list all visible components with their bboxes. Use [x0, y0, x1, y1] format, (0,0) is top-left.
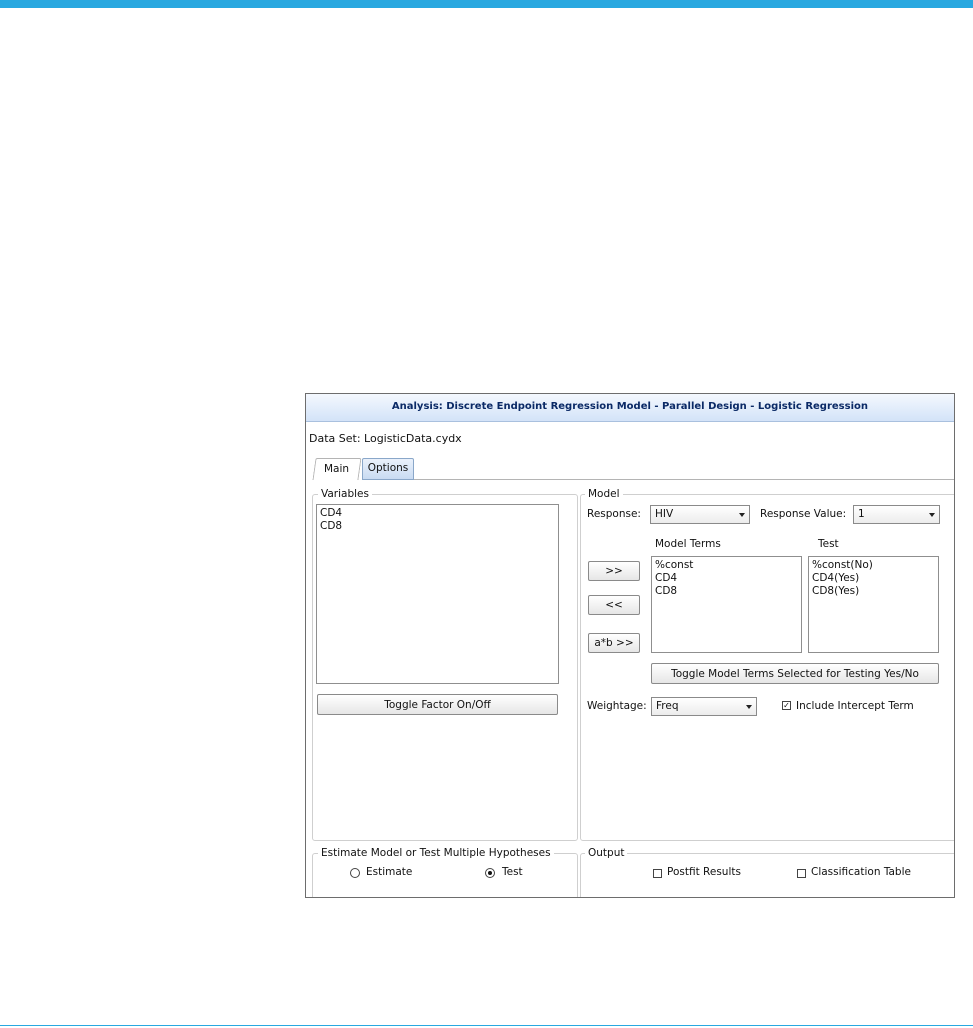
postfit-results-checkbox[interactable]: [653, 869, 662, 878]
model-legend: Model: [585, 487, 623, 501]
weightage-select-value: Freq: [656, 700, 679, 712]
output-group: Output Postfit Results Classification Ta…: [580, 846, 954, 897]
classification-table-label: Classification Table: [811, 866, 911, 878]
response-label: Response:: [587, 508, 641, 520]
variables-legend: Variables: [318, 487, 372, 501]
tab-strip-divider: [362, 479, 954, 480]
list-item[interactable]: CD4: [655, 572, 798, 585]
bottom-rule: [0, 1025, 973, 1026]
toggle-factor-button[interactable]: Toggle Factor On/Off: [317, 694, 558, 715]
chevron-down-icon: [746, 705, 752, 709]
response-value-select-value: 1: [858, 508, 865, 520]
tab-options[interactable]: Options: [362, 458, 414, 480]
variables-group: Variables CD4 CD8 Toggle Factor On/Off: [312, 487, 578, 841]
response-select-value: HIV: [655, 508, 674, 520]
estimate-radio-label: Estimate: [366, 866, 413, 878]
test-radio-label: Test: [502, 866, 523, 878]
list-item[interactable]: CD4: [320, 507, 555, 520]
analysis-dialog: Analysis: Discrete Endpoint Regression M…: [305, 393, 955, 898]
radio-selected-dot: [488, 871, 492, 875]
tab-main-label: Main: [324, 463, 350, 475]
estimate-legend: Estimate Model or Test Multiple Hypothes…: [318, 846, 554, 860]
chevron-down-icon: [739, 513, 745, 517]
variables-list[interactable]: CD4 CD8: [316, 504, 559, 684]
list-item[interactable]: CD8: [655, 585, 798, 598]
include-intercept-label: Include Intercept Term: [796, 700, 914, 712]
remove-term-button[interactable]: <<: [588, 595, 640, 615]
test-radio[interactable]: [485, 868, 495, 878]
model-terms-list[interactable]: %const CD4 CD8: [651, 556, 802, 653]
model-terms-header: Model Terms: [655, 538, 721, 550]
list-item[interactable]: %const: [655, 559, 798, 572]
test-terms-list[interactable]: %const(No) CD4(Yes) CD8(Yes): [808, 556, 939, 653]
dialog-titlebar: Analysis: Discrete Endpoint Regression M…: [306, 394, 954, 422]
include-intercept-checkbox[interactable]: ✓: [782, 701, 791, 710]
estimate-radio[interactable]: [350, 868, 360, 878]
chevron-down-icon: [929, 513, 935, 517]
estimate-group: Estimate Model or Test Multiple Hypothes…: [312, 846, 578, 897]
response-value-label: Response Value:: [760, 508, 847, 520]
tab-main[interactable]: Main: [312, 458, 362, 480]
response-select[interactable]: HIV: [650, 505, 750, 524]
toggle-test-terms-button[interactable]: Toggle Model Terms Selected for Testing …: [651, 663, 939, 684]
dataset-label: Data Set: LogisticData.cydx: [309, 432, 462, 445]
add-term-button[interactable]: >>: [588, 561, 640, 581]
test-header: Test: [818, 538, 839, 550]
postfit-results-label: Postfit Results: [667, 866, 741, 878]
weightage-label: Weightage:: [587, 700, 647, 712]
output-legend: Output: [585, 846, 628, 860]
list-item[interactable]: %const(No): [812, 559, 935, 572]
list-item[interactable]: CD8: [320, 520, 555, 533]
classification-table-checkbox[interactable]: [797, 869, 806, 878]
list-item[interactable]: CD4(Yes): [812, 572, 935, 585]
weightage-select[interactable]: Freq: [651, 697, 757, 716]
model-group: Model Response: HIV Response Value: 1 Mo…: [580, 487, 954, 841]
interaction-term-button[interactable]: a*b >>: [588, 633, 640, 653]
top-accent-bar: [0, 0, 973, 8]
list-item[interactable]: CD8(Yes): [812, 585, 935, 598]
dialog-title: Analysis: Discrete Endpoint Regression M…: [391, 401, 868, 412]
response-value-select[interactable]: 1: [853, 505, 940, 524]
